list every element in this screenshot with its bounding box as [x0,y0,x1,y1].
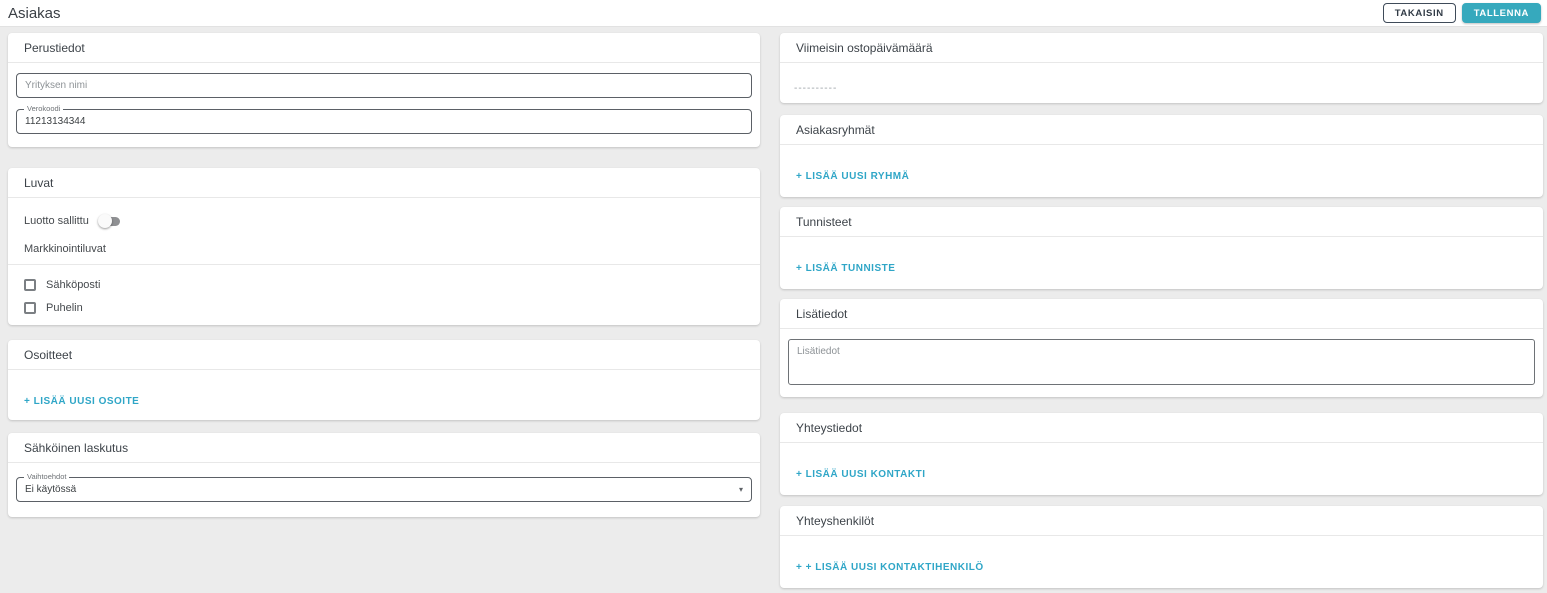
additional-info-title: Lisätiedot [780,299,1543,328]
last-purchase-date-value: ---------- [780,63,1543,103]
basic-info-body: Verokoodi [8,63,760,142]
e-invoicing-body: Vaihtoehdot Ei käytössä ▾ [8,463,760,510]
permissions-body-top: Luotto sallittu Markkinointiluvat [8,198,760,264]
contact-details-title: Yhteystiedot [780,413,1543,442]
customer-groups-card: Asiakasryhmät + LISÄÄ UUSI RYHMÄ [780,115,1543,197]
asiakas-page: Asiakas TAKAISIN TALLENNA Perustiedot Ve… [0,0,1547,588]
save-button[interactable]: TALLENNA [1462,3,1541,23]
invoicing-options-label: Vaihtoehdot [24,472,69,481]
addresses-title: Osoitteet [8,340,760,369]
email-checkbox-label: Sähköposti [46,279,100,291]
marketing-permissions-label: Markkinointiluvat [24,230,744,264]
add-identifier-button[interactable]: + LISÄÄ TUNNISTE [796,263,895,274]
contact-persons-card: Yhteyshenkilöt + + LISÄÄ UUSI KONTAKTIHE… [780,506,1543,588]
page-title: Asiakas [8,5,61,22]
permissions-card: Luvat Luotto sallittu Markkinointiluvat [8,168,760,325]
identifiers-card: Tunnisteet + LISÄÄ TUNNISTE [780,207,1543,289]
additional-info-body [780,329,1543,397]
last-purchase-card: Viimeisin ostopäivämäärä ---------- [780,33,1543,103]
credit-allowed-toggle[interactable] [98,214,120,228]
addresses-card: Osoitteet + LISÄÄ UUSI OSOITE [8,340,760,420]
right-column: Viimeisin ostopäivämäärä ---------- Asia… [780,33,1543,588]
tax-code-label: Verokoodi [24,104,63,113]
email-permission-row: Sähköposti [24,278,744,292]
identifiers-title: Tunnisteet [780,207,1543,236]
permissions-body-bottom: Sähköposti Puhelin [8,265,760,315]
toggle-thumb [98,214,112,228]
add-contact-person-button[interactable]: + + LISÄÄ UUSI KONTAKTIHENKILÖ [796,562,984,573]
add-address-button[interactable]: + LISÄÄ UUSI OSOITE [24,396,139,407]
basic-info-card: Perustiedot Verokoodi [8,33,760,147]
dropdown-arrow-icon: ▾ [739,486,743,494]
header-actions: TAKAISIN TALLENNA [1383,3,1541,23]
last-purchase-title: Viimeisin ostopäivämäärä [780,33,1543,62]
invoicing-options-value: Ei käytössä [25,484,76,495]
phone-permission-row: Puhelin [24,301,744,315]
left-column: Perustiedot Verokoodi Luvat [8,33,760,517]
e-invoicing-card: Sähköinen laskutus Vaihtoehdot Ei käytös… [8,433,760,517]
basic-info-title: Perustiedot [8,33,760,62]
contact-persons-title: Yhteyshenkilöt [780,506,1543,535]
phone-checkbox[interactable] [24,302,36,314]
contact-details-card: Yhteystiedot + LISÄÄ UUSI KONTAKTI [780,413,1543,495]
add-customer-group-button[interactable]: + LISÄÄ UUSI RYHMÄ [796,171,909,182]
credit-allowed-label: Luotto sallittu [24,215,89,227]
content: Perustiedot Verokoodi Luvat [0,27,1547,588]
credit-allowed-row: Luotto sallittu [24,198,744,230]
invoicing-options-select[interactable]: Ei käytössä ▾ [16,477,752,502]
page-header: Asiakas TAKAISIN TALLENNA [0,0,1547,27]
back-button[interactable]: TAKAISIN [1383,3,1456,23]
company-name-input[interactable] [16,73,752,98]
additional-info-textarea[interactable] [788,339,1535,385]
add-contact-button[interactable]: + LISÄÄ UUSI KONTAKTI [796,469,925,480]
phone-checkbox-label: Puhelin [46,302,83,314]
additional-info-card: Lisätiedot [780,299,1543,397]
permissions-title: Luvat [8,168,760,197]
tax-code-input[interactable] [16,109,752,134]
customer-groups-title: Asiakasryhmät [780,115,1543,144]
e-invoicing-title: Sähköinen laskutus [8,433,760,462]
email-checkbox[interactable] [24,279,36,291]
